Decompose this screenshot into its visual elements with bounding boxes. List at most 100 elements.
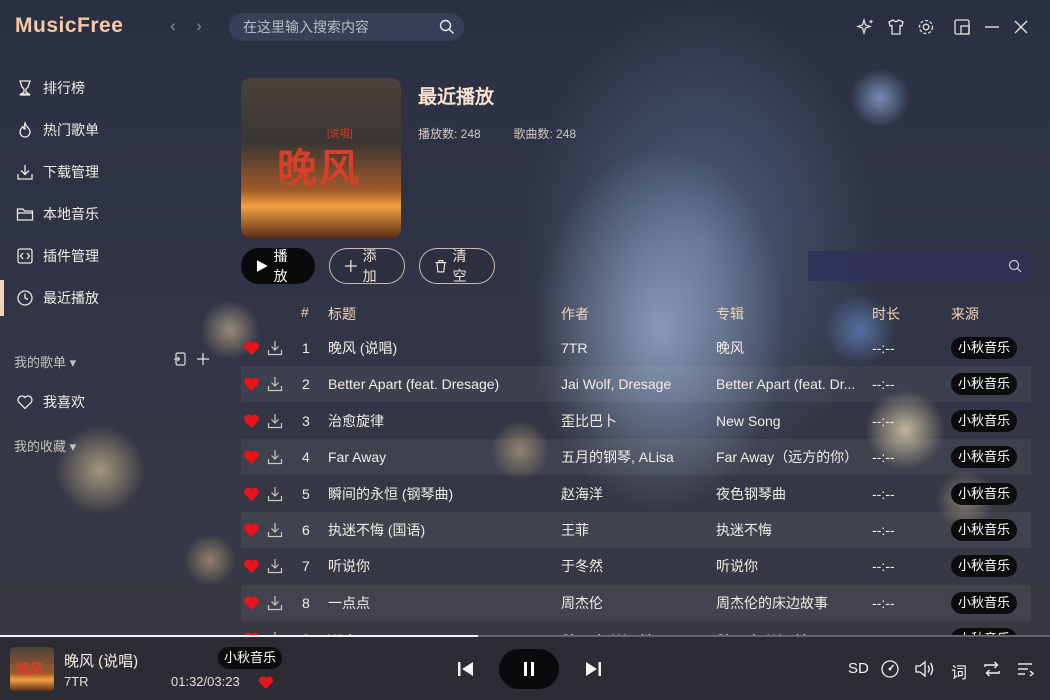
row-album[interactable]: 夜色钢琴曲 bbox=[716, 476, 864, 512]
row-album[interactable]: 执迷不悔 bbox=[716, 512, 864, 548]
speed-dial-icon[interactable] bbox=[880, 659, 900, 679]
row-album[interactable]: New Song bbox=[716, 403, 864, 439]
download-icon[interactable] bbox=[266, 375, 284, 393]
row-artist[interactable]: 7TR bbox=[561, 330, 706, 366]
plugin-icon bbox=[17, 248, 33, 264]
repeat-mode-icon[interactable] bbox=[982, 659, 1002, 679]
download-icon[interactable] bbox=[266, 594, 284, 612]
row-artist[interactable]: Shayda Wealth bbox=[561, 621, 706, 635]
now-playing-title[interactable]: 晚风 (说唱) bbox=[64, 650, 138, 671]
forward-arrow-icon[interactable]: › bbox=[190, 17, 208, 35]
row-index: 1 bbox=[302, 340, 310, 356]
table-row[interactable]: 5 瞬间的永恒 (钢琴曲) 赵海洋 夜色钢琴曲 --:-- 小秋音乐 bbox=[241, 476, 1031, 512]
heart-filled-icon[interactable] bbox=[243, 376, 260, 392]
lyrics-toggle[interactable]: 词 bbox=[951, 659, 967, 683]
row-artist[interactable]: 歪比巴卜 bbox=[561, 403, 706, 439]
import-playlist-icon[interactable] bbox=[172, 351, 188, 367]
sidebar-item-local-music[interactable]: 本地音乐 bbox=[0, 196, 230, 232]
row-title: 执迷不悔 (国语) bbox=[328, 522, 426, 538]
settings-gear-icon[interactable] bbox=[916, 17, 936, 37]
search-icon[interactable] bbox=[439, 19, 455, 35]
play-all-button[interactable]: 播放 bbox=[241, 248, 315, 284]
download-icon[interactable] bbox=[266, 448, 284, 466]
row-artist[interactable]: 王菲 bbox=[561, 512, 706, 548]
table-row[interactable]: 6 执迷不悔 (国语) 王菲 执迷不悔 --:-- 小秋音乐 bbox=[241, 512, 1031, 548]
row-album[interactable]: 听说你 bbox=[716, 548, 864, 584]
heart-filled-icon[interactable] bbox=[258, 675, 274, 690]
add-label: 添加 bbox=[362, 248, 377, 284]
row-album[interactable]: Better Apart (feat. Dr... bbox=[716, 366, 864, 402]
close-icon[interactable] bbox=[1011, 17, 1031, 37]
table-row[interactable]: 1 晚风 (说唱) 7TR 晚风 --:-- 小秋音乐 bbox=[241, 330, 1031, 366]
play-count: 播放数: 248 bbox=[418, 127, 481, 141]
heart-filled-icon[interactable] bbox=[243, 486, 260, 502]
back-arrow-icon[interactable]: ‹ bbox=[164, 17, 182, 35]
table-row[interactable]: 8 一点点 周杰伦 周杰伦的床边故事 --:-- 小秋音乐 bbox=[241, 584, 1031, 621]
playlist-queue-icon[interactable] bbox=[1016, 659, 1036, 679]
download-icon[interactable] bbox=[266, 339, 284, 357]
row-artist[interactable]: 于冬然 bbox=[561, 548, 706, 584]
table-row[interactable]: 2 Better Apart (feat. Dresage) Jai Wolf, D… bbox=[241, 366, 1031, 403]
previous-track-icon[interactable] bbox=[456, 660, 476, 678]
row-duration: --:-- bbox=[872, 621, 932, 635]
next-track-icon[interactable] bbox=[583, 660, 603, 678]
sidebar-item-label: 本地音乐 bbox=[43, 206, 99, 222]
filter-input[interactable] bbox=[816, 251, 1001, 281]
row-index: 5 bbox=[302, 485, 310, 502]
table-row[interactable]: 9 Wake Shayda Wealth Shayda Wealth --:-- 小秋音乐 bbox=[241, 621, 1031, 635]
theme-shirt-icon[interactable] bbox=[886, 17, 906, 37]
column-artist: 作者 bbox=[561, 306, 589, 322]
row-artist[interactable]: 五月的钢琴, ALisa bbox=[561, 439, 706, 475]
row-album[interactable]: 晚风 bbox=[716, 330, 864, 366]
row-index: 6 bbox=[302, 522, 310, 538]
search-icon[interactable] bbox=[1008, 259, 1022, 273]
pause-icon bbox=[524, 662, 534, 676]
table-row[interactable]: 7 听说你 于冬然 听说你 --:-- 小秋音乐 bbox=[241, 548, 1031, 584]
clear-button[interactable]: 清空 bbox=[419, 248, 495, 284]
row-title: 瞬间的永恒 (钢琴曲) bbox=[328, 485, 454, 502]
row-artist[interactable]: 周杰伦 bbox=[561, 585, 706, 621]
column-index: # bbox=[301, 304, 309, 320]
add-button[interactable]: 添加 bbox=[329, 248, 405, 284]
download-icon[interactable] bbox=[266, 557, 284, 575]
row-index: 7 bbox=[302, 558, 310, 575]
row-album[interactable]: Far Away（远方的你） bbox=[716, 439, 864, 475]
heart-filled-icon[interactable] bbox=[243, 522, 260, 538]
sidebar-item-recent[interactable]: 最近播放 bbox=[0, 280, 230, 316]
search-input[interactable] bbox=[243, 13, 433, 41]
row-title: 晚风 (说唱) bbox=[328, 340, 398, 356]
volume-icon[interactable] bbox=[914, 659, 936, 679]
heart-filled-icon[interactable] bbox=[243, 340, 260, 356]
download-icon[interactable] bbox=[266, 521, 284, 539]
my-playlists-section[interactable]: 我的歌单 ▾ bbox=[14, 352, 76, 371]
download-icon[interactable] bbox=[266, 485, 284, 503]
progress-fill bbox=[0, 635, 478, 637]
row-index: 8 bbox=[302, 594, 310, 611]
mini-mode-icon[interactable] bbox=[952, 17, 972, 37]
heart-filled-icon[interactable] bbox=[243, 413, 260, 429]
row-artist[interactable]: Jai Wolf, Dresage bbox=[561, 366, 706, 402]
row-album[interactable]: 周杰伦的床边故事 bbox=[716, 585, 864, 621]
minimize-icon[interactable] bbox=[982, 17, 1002, 37]
sidebar-item-downloads[interactable]: 下载管理 bbox=[0, 154, 230, 190]
row-album[interactable]: Shayda Wealth bbox=[716, 621, 864, 635]
table-row[interactable]: 4 Far Away 五月的钢琴, ALisa Far Away（远方的你） --:--… bbox=[241, 439, 1031, 476]
pause-button[interactable] bbox=[499, 649, 559, 689]
sparkle-icon[interactable] bbox=[856, 17, 876, 37]
row-source-badge: 小秋音乐 bbox=[951, 446, 1018, 469]
heart-filled-icon[interactable] bbox=[243, 558, 260, 574]
sidebar-item-favorites[interactable]: 我喜欢 bbox=[0, 384, 230, 420]
collections-section[interactable]: 我的收藏 ▾ bbox=[14, 436, 76, 455]
now-playing-cover[interactable]: 晚风 bbox=[10, 647, 54, 691]
sidebar-item-plugins[interactable]: 插件管理 bbox=[0, 238, 230, 274]
heart-filled-icon[interactable] bbox=[243, 449, 260, 465]
download-icon[interactable] bbox=[266, 412, 284, 430]
add-playlist-icon[interactable] bbox=[195, 351, 211, 367]
quality-toggle[interactable]: SD bbox=[848, 660, 869, 677]
row-title: 一点点 bbox=[328, 594, 370, 611]
sidebar-item-charts[interactable]: 排行榜 bbox=[0, 70, 230, 106]
heart-filled-icon[interactable] bbox=[243, 595, 260, 611]
row-artist[interactable]: 赵海洋 bbox=[561, 476, 706, 512]
table-row[interactable]: 3 治愈旋律 歪比巴卜 New Song --:-- 小秋音乐 bbox=[241, 403, 1031, 439]
sidebar-item-hot-playlists[interactable]: 热门歌单 bbox=[0, 112, 230, 148]
